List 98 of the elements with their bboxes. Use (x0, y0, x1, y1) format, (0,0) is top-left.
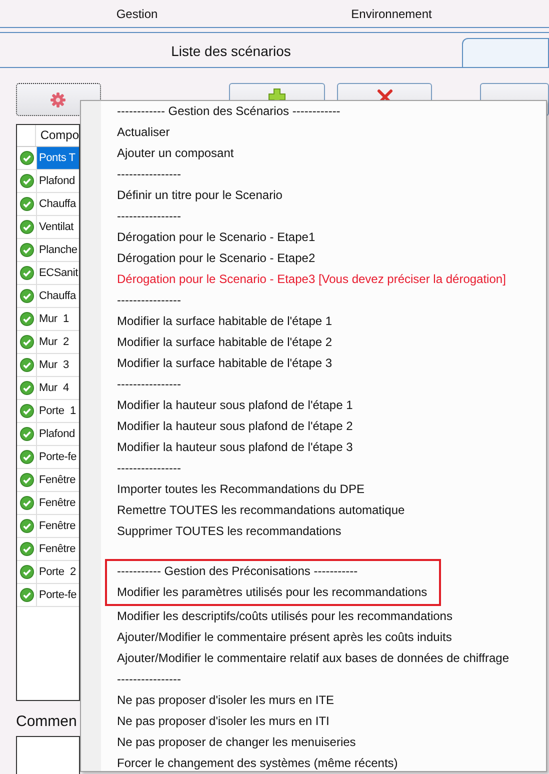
menu-item[interactable]: Modifier la hauteur sous plafond de l'étape 1 (101, 395, 546, 416)
check-icon (20, 358, 34, 372)
table-cell-text: Porte-fe (38, 450, 77, 465)
table-cell-text: Mur 4 (38, 381, 69, 396)
menu-item[interactable]: Ajouter/Modifier le commentaire présent après les coûts induits (101, 627, 546, 648)
menu-item[interactable]: Actualiser (101, 122, 546, 143)
table-row[interactable]: Ventilat (17, 216, 79, 239)
table-row[interactable]: Mur 1 (17, 308, 79, 331)
check-icon (20, 174, 34, 188)
menu-item[interactable]: Modifier les descriptifs/coûts utilisés pour les recommandations (101, 606, 546, 627)
table-row[interactable]: Fenêtre (17, 515, 79, 538)
table-row[interactable]: Fenêtre (17, 469, 79, 492)
table-cell-text: Chauffa (38, 197, 76, 212)
column-header: Compo (39, 127, 79, 144)
table-row[interactable]: Plafond (17, 423, 79, 446)
check-icon (20, 519, 34, 533)
menu-item[interactable]: Ne pas proposer d'isoler les murs en ITE (101, 690, 546, 711)
table-row[interactable]: Porte 1 (17, 400, 79, 423)
table-row[interactable]: Fenêtre (17, 538, 79, 561)
table-row[interactable]: Porte 2 (17, 561, 79, 584)
check-icon (20, 404, 34, 418)
table-cell-text: Porte 1 (38, 404, 76, 419)
menu-item[interactable]: Ajouter/Modifier le commentaire relatif aux bases de données de chiffrage (101, 648, 546, 669)
menu-section-title: ----------- Gestion des Préconisations ----------- (116, 563, 359, 580)
table-cell-text: Porte 2 (38, 565, 76, 580)
table-cell-text: Mur 1 (38, 312, 69, 327)
menu-separator: ---------------- (116, 376, 182, 393)
tab[interactable]: Liste des scénarios (0, 33, 462, 67)
menu-item[interactable]: Ne pas proposer d'isoler les murs en ITI (101, 711, 546, 732)
menu-item[interactable]: Modifier la surface habitable de l'étape 3 (101, 353, 546, 374)
check-icon (20, 266, 34, 280)
table-row[interactable]: Mur 3 (17, 354, 79, 377)
menu-item[interactable]: Ajouter un composant (101, 143, 546, 164)
table-row[interactable]: Mur 4 (17, 377, 79, 400)
menu-item[interactable]: Modifier la hauteur sous plafond de l'étape 2 (101, 416, 546, 437)
menu-item[interactable]: Environnement (274, 6, 509, 20)
gear-icon (50, 92, 66, 108)
menu-item[interactable]: Modifier la surface habitable de l'étape 1 (101, 311, 546, 332)
menu-item[interactable]: Modifier la hauteur sous plafond de l'étape 3 (101, 437, 546, 458)
table-cell-text: Ventilat (38, 220, 74, 235)
table-row[interactable]: Mur 2 (17, 331, 79, 354)
check-icon (20, 588, 34, 602)
menu-item[interactable]: Modifier la surface habitable de l'étape 2 (101, 332, 546, 353)
table-row[interactable]: Plafond (17, 170, 79, 193)
table-row[interactable]: Ponts T (17, 147, 79, 170)
table-cell-text: Fenêtre (38, 542, 76, 557)
check-icon (20, 197, 34, 211)
check-icon (20, 243, 34, 257)
table-cell-text: Fenêtre (38, 473, 76, 488)
table-row[interactable]: Chauffa (17, 193, 79, 216)
table-row[interactable]: Porte-fe (17, 584, 79, 607)
check-icon (20, 381, 34, 395)
check-icon (20, 450, 34, 464)
table-cell-text: Mur 3 (38, 358, 69, 373)
menu-section-title: ------------ Gestion des Scénarios ------------ (116, 103, 342, 120)
table-cell-text: Fenêtre (38, 519, 76, 534)
check-icon (20, 565, 34, 579)
menu-item[interactable]: Remettre TOUTES les recommandations automatique (101, 500, 546, 521)
menu-separator: ---------------- (116, 671, 182, 688)
tab[interactable] (462, 38, 549, 67)
table-cell: Ponts T (37, 147, 79, 169)
table-row[interactable]: Porte-fe (17, 446, 79, 469)
table-row[interactable]: ECSanit (17, 262, 79, 285)
check-icon (20, 151, 34, 165)
menu-item[interactable]: Ne pas proposer de changer les menuiseries (101, 732, 546, 753)
table-cell-text: Plafond (38, 174, 75, 189)
check-icon (20, 473, 34, 487)
check-icon (20, 542, 34, 556)
check-icon (20, 312, 34, 326)
comment-label: Commen (16, 713, 77, 730)
menu-separator: ---------------- (116, 460, 182, 477)
menu-separator: ---------------- (116, 208, 182, 225)
menu-item[interactable]: Gestion (0, 6, 274, 20)
table-cell-text: ECSanit (38, 266, 78, 281)
check-icon (20, 335, 34, 349)
check-icon (20, 289, 34, 303)
check-icon (20, 220, 34, 234)
menu-item[interactable]: Forcer le changement des systèmes (même récents) (101, 753, 546, 774)
table-row[interactable]: Fenêtre (17, 492, 79, 515)
check-icon (20, 496, 34, 510)
table-cell-text: Fenêtre (38, 496, 76, 511)
table-cell-text: Mur 2 (38, 335, 69, 350)
menu-item[interactable]: Modifier les paramètres utilisés pour les recommandations (107, 582, 439, 603)
menu-item[interactable]: Dérogation pour le Scenario - Etape3 [Vous devez préciser la dérogation] (101, 269, 546, 290)
table-cell-text: Planche (38, 243, 78, 258)
menu-item[interactable]: Supprimer TOUTES les recommandations (101, 521, 546, 542)
check-icon (20, 427, 34, 441)
table-cell-text: Plafond (38, 427, 75, 442)
menu-item[interactable]: Définir un titre pour le Scenario (101, 185, 546, 206)
menu-item[interactable]: Dérogation pour le Scenario - Etape1 (101, 227, 546, 248)
table-row[interactable]: Chauffa (17, 285, 79, 308)
table-cell-text: Porte-fe (38, 588, 77, 603)
table-cell-text: Chauffa (38, 289, 76, 304)
menu-item[interactable]: Importer toutes les Recommandations du DPE (101, 479, 546, 500)
menu-item[interactable]: Dérogation pour le Scenario - Etape2 (101, 248, 546, 269)
table-row[interactable]: Planche (17, 239, 79, 262)
menu-separator: ---------------- (116, 292, 182, 309)
menu-separator: ---------------- (116, 166, 182, 183)
